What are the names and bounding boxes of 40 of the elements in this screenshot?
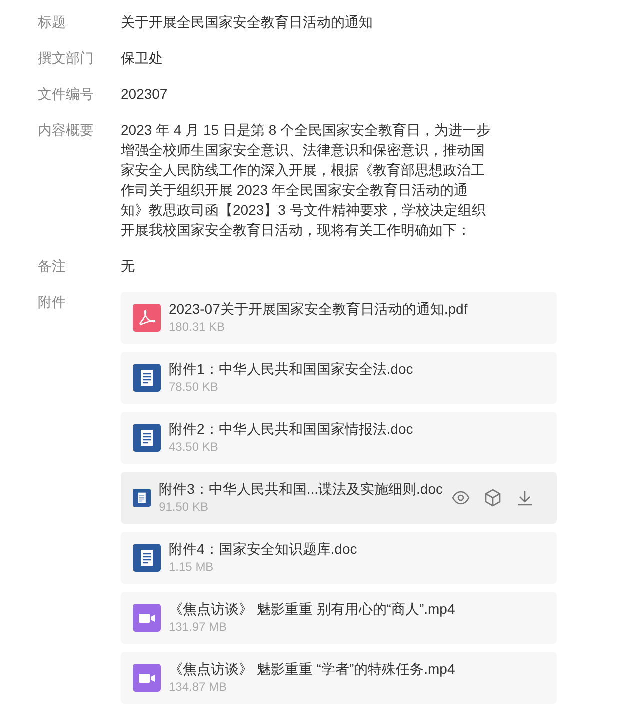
- field-label: 标题: [37, 13, 67, 32]
- field-value: 保卫处: [121, 49, 164, 68]
- file-size: 1.15 MB: [169, 559, 215, 576]
- document-file-icon: [133, 424, 161, 452]
- file-name: 《焦点访谈》 魅影重重 别有用心的“商人”.mp4: [169, 600, 456, 618]
- document-file-icon: [133, 544, 161, 572]
- field-value: 无: [121, 257, 136, 276]
- file-name: 附件3：中华人民共和国...谍法及实施细则.doc: [159, 480, 443, 498]
- file-size: 43.50 KB: [169, 439, 220, 456]
- attachment-card[interactable]: 附件1：中华人民共和国国家安全法.doc 78.50 KB: [121, 352, 557, 404]
- pdf-file-icon: [133, 304, 161, 332]
- file-name: 附件1：中华人民共和国国家安全法.doc: [169, 360, 414, 378]
- download-icon[interactable]: [515, 488, 535, 508]
- file-size: 180.31 KB: [169, 319, 226, 336]
- file-name: 附件2：中华人民共和国国家情报法.doc: [169, 420, 414, 438]
- file-size: 91.50 KB: [159, 499, 210, 516]
- field-value: 关于开展全民国家安全教育日活动的通知: [121, 13, 374, 32]
- field-label: 附件: [37, 293, 67, 312]
- field-label: 内容概要: [37, 121, 95, 140]
- attachment-card[interactable]: 《焦点访谈》 魅影重重 别有用心的“商人”.mp4 131.97 MB: [121, 592, 557, 644]
- file-size: 78.50 KB: [169, 379, 220, 396]
- file-size: 134.87 MB: [169, 679, 228, 696]
- file-size: 131.97 MB: [169, 619, 228, 636]
- field-label: 备注: [37, 257, 67, 276]
- file-name: 《焦点访谈》 魅影重重 “学者”的特殊任务.mp4: [169, 660, 456, 678]
- attachment-card[interactable]: 《焦点访谈》 魅影重重 “学者”的特殊任务.mp4 134.87 MB: [121, 652, 557, 704]
- attachment-card[interactable]: 附件4：国家安全知识题库.doc 1.15 MB: [121, 532, 557, 584]
- cube-icon[interactable]: [483, 488, 503, 508]
- document-file-icon: [133, 364, 161, 392]
- attachment-card[interactable]: 2023-07关于开展国家安全教育日活动的通知.pdf 180.31 KB: [121, 292, 557, 344]
- file-name: 附件4：国家安全知识题库.doc: [169, 540, 358, 558]
- video-camera-icon: [133, 664, 161, 692]
- field-label: 文件编号: [37, 85, 95, 104]
- field-value: 202307: [121, 85, 169, 104]
- attachment-card[interactable]: 附件3：中华人民共和国...谍法及实施细则.doc 91.50 KB: [121, 472, 557, 524]
- file-name: 2023-07关于开展国家安全教育日活动的通知.pdf: [169, 300, 469, 318]
- field-value: 2023 年 4 月 15 日是第 8 个全民国家安全教育日，为进一步增强全校师生国家安全意识、法律意识和保密意识，推动国家安全人民防线工作的深入开展，根据《教育部思想政治工作司关于组织开展 2023 年全民国家安全教育日活动的通知》教思政司函【2023】3 号文件精神要求，学校决定组织开展我校国家安全教育日活动，现将有关工作明确如下：: [121, 121, 492, 240]
- attachment-card[interactable]: 附件2：中华人民共和国国家情报法.doc 43.50 KB: [121, 412, 557, 464]
- video-camera-icon: [133, 604, 161, 632]
- field-label: 撰文部门: [37, 49, 95, 68]
